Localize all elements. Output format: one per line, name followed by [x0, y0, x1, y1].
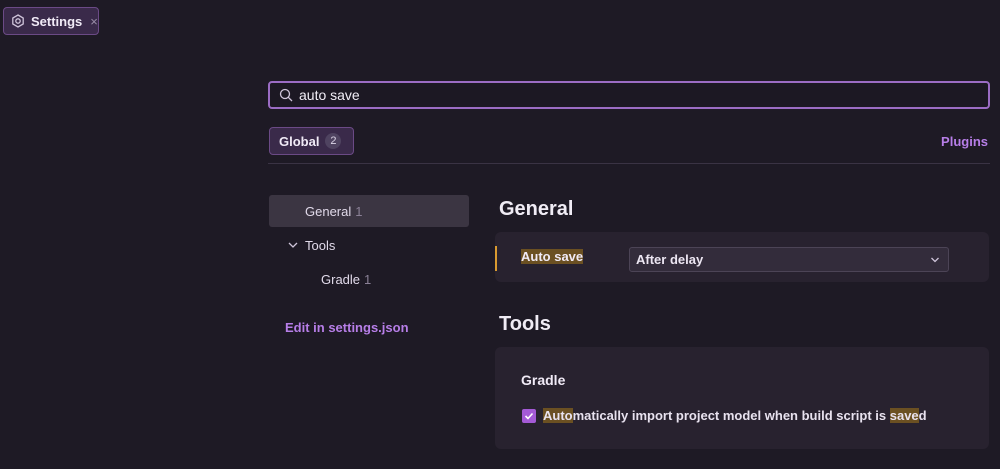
- section-title-tools: Tools: [499, 313, 551, 335]
- auto-import-setting: Automatically import project model when …: [522, 408, 927, 423]
- chevron-down-icon[interactable]: [287, 239, 299, 251]
- sidebar-item-label: General: [305, 203, 352, 219]
- search-box: [268, 81, 990, 109]
- sidebar-item-count: 1: [355, 203, 363, 219]
- sidebar-item-label: Tools: [305, 237, 336, 253]
- tab-settings[interactable]: Settings ×: [3, 7, 99, 35]
- label-text: matically import project model when buil…: [572, 408, 890, 423]
- tab-label: Settings: [31, 13, 83, 29]
- scope-count-badge: 2: [325, 133, 342, 149]
- sidebar-item-tools[interactable]: Tools: [269, 229, 469, 261]
- auto-import-label: Automatically import project model when …: [543, 408, 927, 423]
- plugins-link[interactable]: Plugins: [941, 134, 988, 149]
- edit-settings-json-link[interactable]: Edit in settings.json: [285, 320, 409, 335]
- checkmark-icon: [524, 412, 534, 420]
- search-match-highlight: save: [889, 408, 919, 423]
- settings-window: Settings × Global 2 Plugins General 1 To…: [0, 0, 1000, 469]
- setting-card-gradle: Gradle Automatically import project mode…: [495, 347, 989, 449]
- scope-global-button[interactable]: Global 2: [269, 127, 354, 155]
- group-title-gradle: Gradle: [521, 372, 566, 388]
- auto-import-checkbox[interactable]: [522, 408, 536, 423]
- scope-label: Global: [279, 133, 320, 149]
- sidebar-item-label: Gradle: [321, 271, 361, 287]
- section-title-general: General: [499, 198, 574, 220]
- select-value: After delay: [636, 252, 704, 267]
- chevron-down-icon: [930, 255, 940, 265]
- label-text: d: [918, 408, 927, 423]
- search-match-highlight: Auto: [543, 408, 573, 423]
- setting-card-auto-save: Auto save After delay: [495, 232, 989, 282]
- auto-save-select[interactable]: After delay: [629, 247, 949, 272]
- modified-indicator: [495, 246, 497, 271]
- close-icon[interactable]: ×: [90, 15, 98, 28]
- sidebar-item-general[interactable]: General 1: [269, 195, 469, 227]
- setting-label-auto-save: Auto save: [521, 249, 584, 264]
- sidebar-item-count: 1: [364, 271, 372, 287]
- divider: [268, 163, 990, 164]
- gear-icon: [11, 14, 25, 28]
- sidebar-item-gradle[interactable]: Gradle 1: [269, 263, 469, 295]
- search-input[interactable]: [299, 87, 899, 103]
- search-icon: [279, 88, 293, 102]
